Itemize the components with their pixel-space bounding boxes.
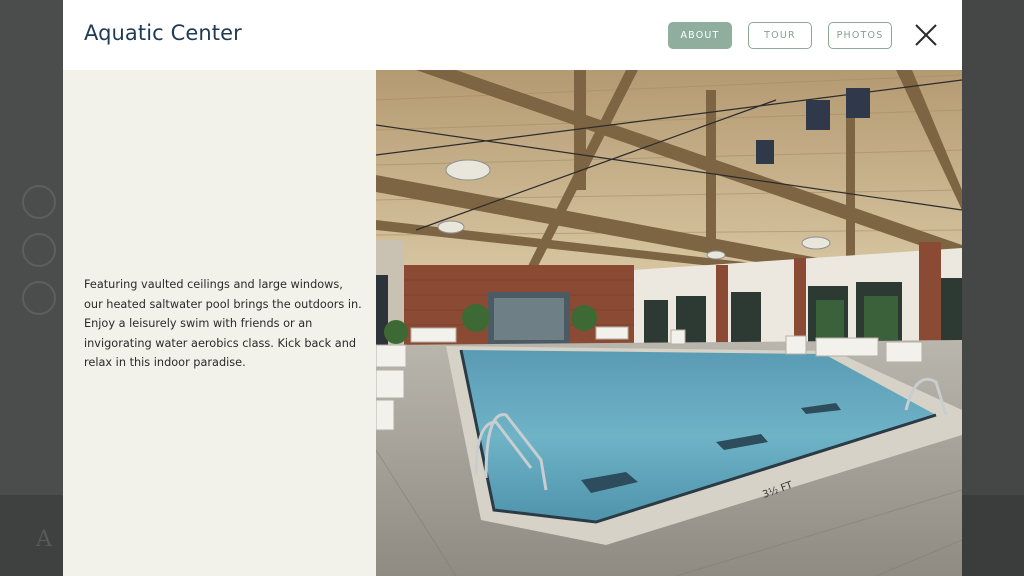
background-heading: A: [36, 527, 52, 552]
tab-tour[interactable]: TOUR: [748, 22, 812, 49]
background-page-right: [962, 0, 1024, 576]
background-page-left: [0, 0, 63, 576]
background-footer-right: [962, 495, 1024, 576]
description-panel: Featuring vaulted ceilings and large win…: [63, 70, 376, 576]
tab-tour-label: TOUR: [764, 30, 796, 41]
modal-title: Aquatic Center: [84, 21, 242, 45]
pool-photo: 3½ FT: [376, 70, 962, 576]
tab-about[interactable]: ABOUT: [668, 22, 732, 49]
background-icon: [22, 233, 56, 267]
background-icon: [22, 185, 56, 219]
amenity-description: Featuring vaulted ceilings and large win…: [84, 278, 362, 369]
amenity-modal: Aquatic Center ABOUT TOUR PHOTOS Featuri…: [63, 0, 962, 576]
close-button[interactable]: [911, 20, 941, 50]
tab-photos-label: PHOTOS: [836, 30, 884, 41]
modal-header: Aquatic Center ABOUT TOUR PHOTOS: [63, 0, 962, 70]
background-heading-strip: A: [0, 495, 63, 576]
background-icon: [22, 281, 56, 315]
tab-about-label: ABOUT: [680, 30, 720, 41]
close-icon: [915, 24, 937, 46]
tab-photos[interactable]: PHOTOS: [828, 22, 892, 49]
